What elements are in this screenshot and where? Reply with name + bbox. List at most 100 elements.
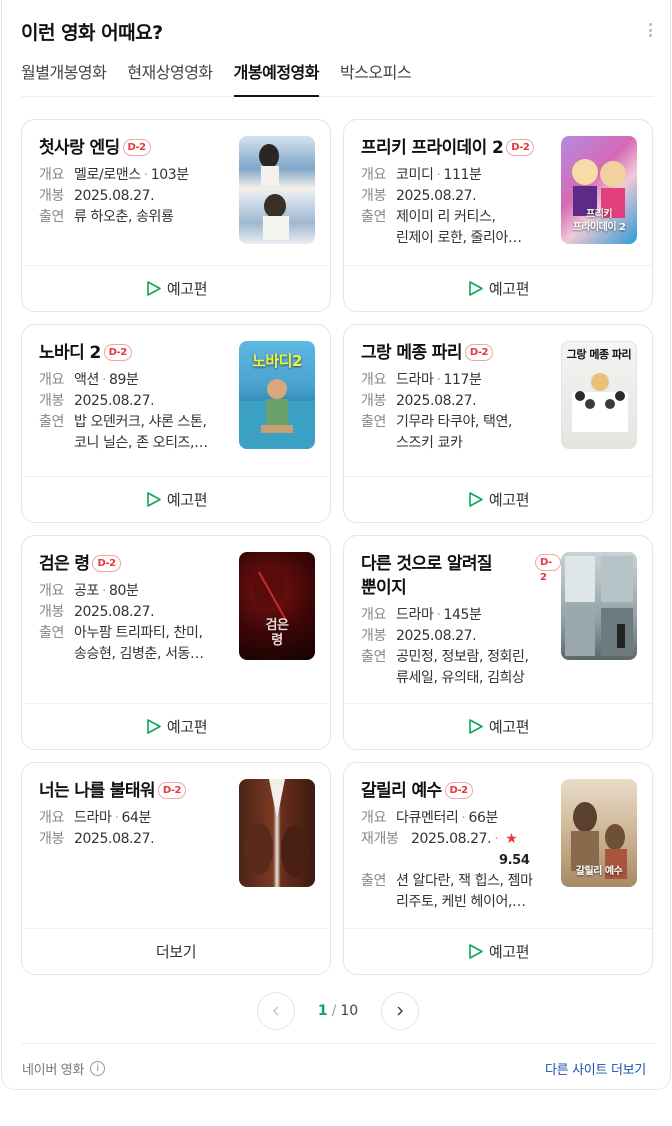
movie-poster[interactable]: 노바디2 — [239, 341, 315, 449]
movie-card[interactable]: 프리키 프라이데이 2 D-2 개요 코미디 · 111분 개봉 2025.08.27. … — [343, 119, 653, 312]
cast-value: 공민정, 정보람, 정회린, — [396, 649, 529, 665]
release-label: 개봉 — [39, 188, 64, 204]
movie-title[interactable]: 다른 것으로 알려질 뿐이지 — [361, 552, 511, 600]
release-date: 2025.08.27. — [396, 393, 477, 409]
d-day-badge: D-2 — [92, 555, 121, 572]
more-button[interactable]: 더보기 — [22, 928, 330, 974]
movie-title[interactable]: 첫사랑 엔딩 — [39, 138, 120, 158]
movie-card[interactable]: 첫사랑 엔딩 D-2 개요 멜로/로맨스 · 103분 개봉 2025.08.27. 출연… — [21, 119, 331, 312]
movie-title[interactable]: 그랑 메종 파리 — [361, 343, 462, 363]
runtime-value: 111분 — [443, 167, 482, 183]
star-icon: ★ — [505, 831, 518, 847]
d-day-badge: D-2 — [535, 554, 561, 583]
tab-monthly-release[interactable]: 월별개봉영화 — [21, 60, 107, 97]
trailer-button[interactable]: 예고편 — [22, 265, 330, 311]
release-label: 개봉 — [39, 604, 64, 620]
release-label: 개봉 — [361, 393, 386, 409]
cast-value: 션 알다란, 잭 힙스, 젬마 — [396, 873, 533, 889]
trailer-label: 예고편 — [488, 718, 530, 736]
runtime-value: 64분 — [121, 810, 152, 826]
cast-value-2: 코니 닐슨, 존 오티즈,… — [74, 435, 208, 451]
cast-value: 밥 오덴커크, 샤론 스톤, — [74, 414, 207, 430]
more-sites-link[interactable]: 다른 사이트 더보기 — [545, 1059, 646, 1078]
movie-card[interactable]: 다른 것으로 알려질 뿐이지 D-2 개요 드라마 · 145분 개봉 2025.08.… — [343, 535, 653, 750]
cast-label: 출연 — [39, 625, 64, 641]
movie-card[interactable]: 갈릴리 예수 D-2 개요 다큐멘터리 · 66분 재개봉 2025.08.27. · ★ 9.… — [343, 762, 653, 975]
play-icon — [469, 719, 483, 734]
cast-label: 출연 — [39, 414, 64, 430]
tab-upcoming[interactable]: 개봉예정영화 — [233, 60, 319, 97]
genre-label: 개요 — [361, 607, 386, 623]
cast-value-2: 류세일, 유의태, 김희상 — [396, 670, 525, 686]
trailer-button[interactable]: 예고편 — [344, 703, 652, 749]
release-date: 2025.08.27. — [74, 393, 155, 409]
movie-title[interactable]: 노바디 2 — [39, 343, 101, 363]
cast-label: 출연 — [361, 209, 386, 225]
movie-title[interactable]: 너는 나를 불태워 — [39, 781, 156, 801]
chevron-right-icon — [397, 1006, 404, 1016]
info-icon[interactable]: i — [90, 1061, 106, 1076]
release-date: 2025.08.27. — [396, 188, 477, 204]
rating-score: 9.54 — [499, 853, 530, 868]
footer-divider — [21, 1043, 654, 1044]
trailer-label: 예고편 — [488, 491, 530, 509]
genre-value: 액션 — [74, 372, 99, 388]
movie-poster[interactable]: 검은 령 — [239, 552, 315, 660]
trailer-button[interactable]: 예고편 — [22, 703, 330, 749]
movie-title[interactable]: 갈릴리 예수 — [361, 781, 442, 801]
genre-label: 개요 — [39, 167, 64, 183]
trailer-button[interactable]: 예고편 — [344, 476, 652, 522]
movie-card[interactable]: 너는 나를 불태워 D-2 개요 드라마 · 64분 개봉 2025.08.27. 더보기 — [21, 762, 331, 975]
movie-title[interactable]: 프리키 프라이데이 2 — [361, 138, 504, 158]
cast-label: 출연 — [361, 414, 386, 430]
movie-poster[interactable]: 그랑 메종 파리 — [561, 341, 637, 449]
movie-card[interactable]: 노바디 2 D-2 개요 액션 · 89분 개봉 2025.08.27. 출연 밥 오덴커크… — [21, 324, 331, 523]
poster-title: 갈릴리 예수 — [575, 866, 623, 877]
release-label: 개봉 — [39, 831, 64, 847]
movie-poster[interactable]: 프리키 프라이데이 2 — [561, 136, 637, 244]
trailer-button[interactable]: 예고편 — [344, 928, 652, 974]
cast-value: 아누팜 트리파티, 찬미, — [74, 625, 203, 641]
source-label: 네이버 영화 — [22, 1063, 85, 1078]
cast-value-2: 스즈키 쿄카 — [396, 435, 463, 451]
movie-poster[interactable] — [561, 552, 637, 660]
cast-value-2: 린제이 로한, 줄리아… — [396, 230, 522, 246]
rerelease-label: 재개봉 — [361, 831, 399, 847]
runtime-value: 80분 — [109, 583, 139, 599]
movie-poster[interactable] — [239, 136, 315, 244]
genre-value: 멜로/로맨스 — [74, 167, 141, 183]
trailer-button[interactable]: 예고편 — [344, 265, 652, 311]
cast-label: 출연 — [361, 873, 386, 889]
cast-value-2: 송승현, 김병춘, 서동… — [74, 646, 204, 662]
play-icon — [147, 281, 161, 296]
movie-poster[interactable]: 갈릴리 예수 — [561, 779, 637, 887]
tab-now-showing[interactable]: 현재상영영화 — [127, 60, 213, 97]
genre-value: 드라마 — [396, 372, 434, 388]
genre-value: 드라마 — [396, 607, 434, 623]
genre-value: 다큐멘터리 — [396, 810, 459, 826]
source-info[interactable]: 네이버 영화 i — [22, 1059, 106, 1078]
runtime-value: 145분 — [443, 607, 482, 623]
release-label: 개봉 — [361, 628, 386, 644]
more-options-icon[interactable] — [645, 20, 655, 40]
cast-value: 류 하오춘, 송위룡 — [74, 209, 174, 225]
movie-recommendation-panel: 이런 영화 어때요? 월별개봉영화 현재상영영화 개봉예정영화 박스오피스 첫사… — [1, 0, 671, 1090]
play-icon — [469, 492, 483, 507]
movie-poster[interactable] — [239, 779, 315, 887]
runtime-value: 117분 — [443, 372, 482, 388]
prev-page-button[interactable] — [257, 992, 295, 1030]
trailer-button[interactable]: 예고편 — [22, 476, 330, 522]
d-day-badge: D-2 — [122, 139, 151, 156]
tab-box-office[interactable]: 박스오피스 — [340, 60, 412, 97]
release-date: 2025.08.27. — [411, 831, 492, 847]
play-icon — [147, 719, 161, 734]
trailer-label: 예고편 — [488, 280, 530, 298]
panel-title: 이런 영화 어때요? — [21, 22, 163, 44]
tab-bar: 월별개봉영화 현재상영영화 개봉예정영화 박스오피스 — [21, 60, 654, 97]
movie-title[interactable]: 검은 령 — [39, 554, 90, 574]
genre-value: 드라마 — [74, 810, 112, 826]
movie-card[interactable]: 검은 령 D-2 개요 공포 · 80분 개봉 2025.08.27. 출연 아누팜 트리파… — [21, 535, 331, 750]
movie-card[interactable]: 그랑 메종 파리 D-2 개요 드라마 · 117분 개봉 2025.08.27. 출연 기… — [343, 324, 653, 523]
poster-title: 노바디2 — [252, 352, 302, 370]
next-page-button[interactable] — [381, 992, 419, 1030]
